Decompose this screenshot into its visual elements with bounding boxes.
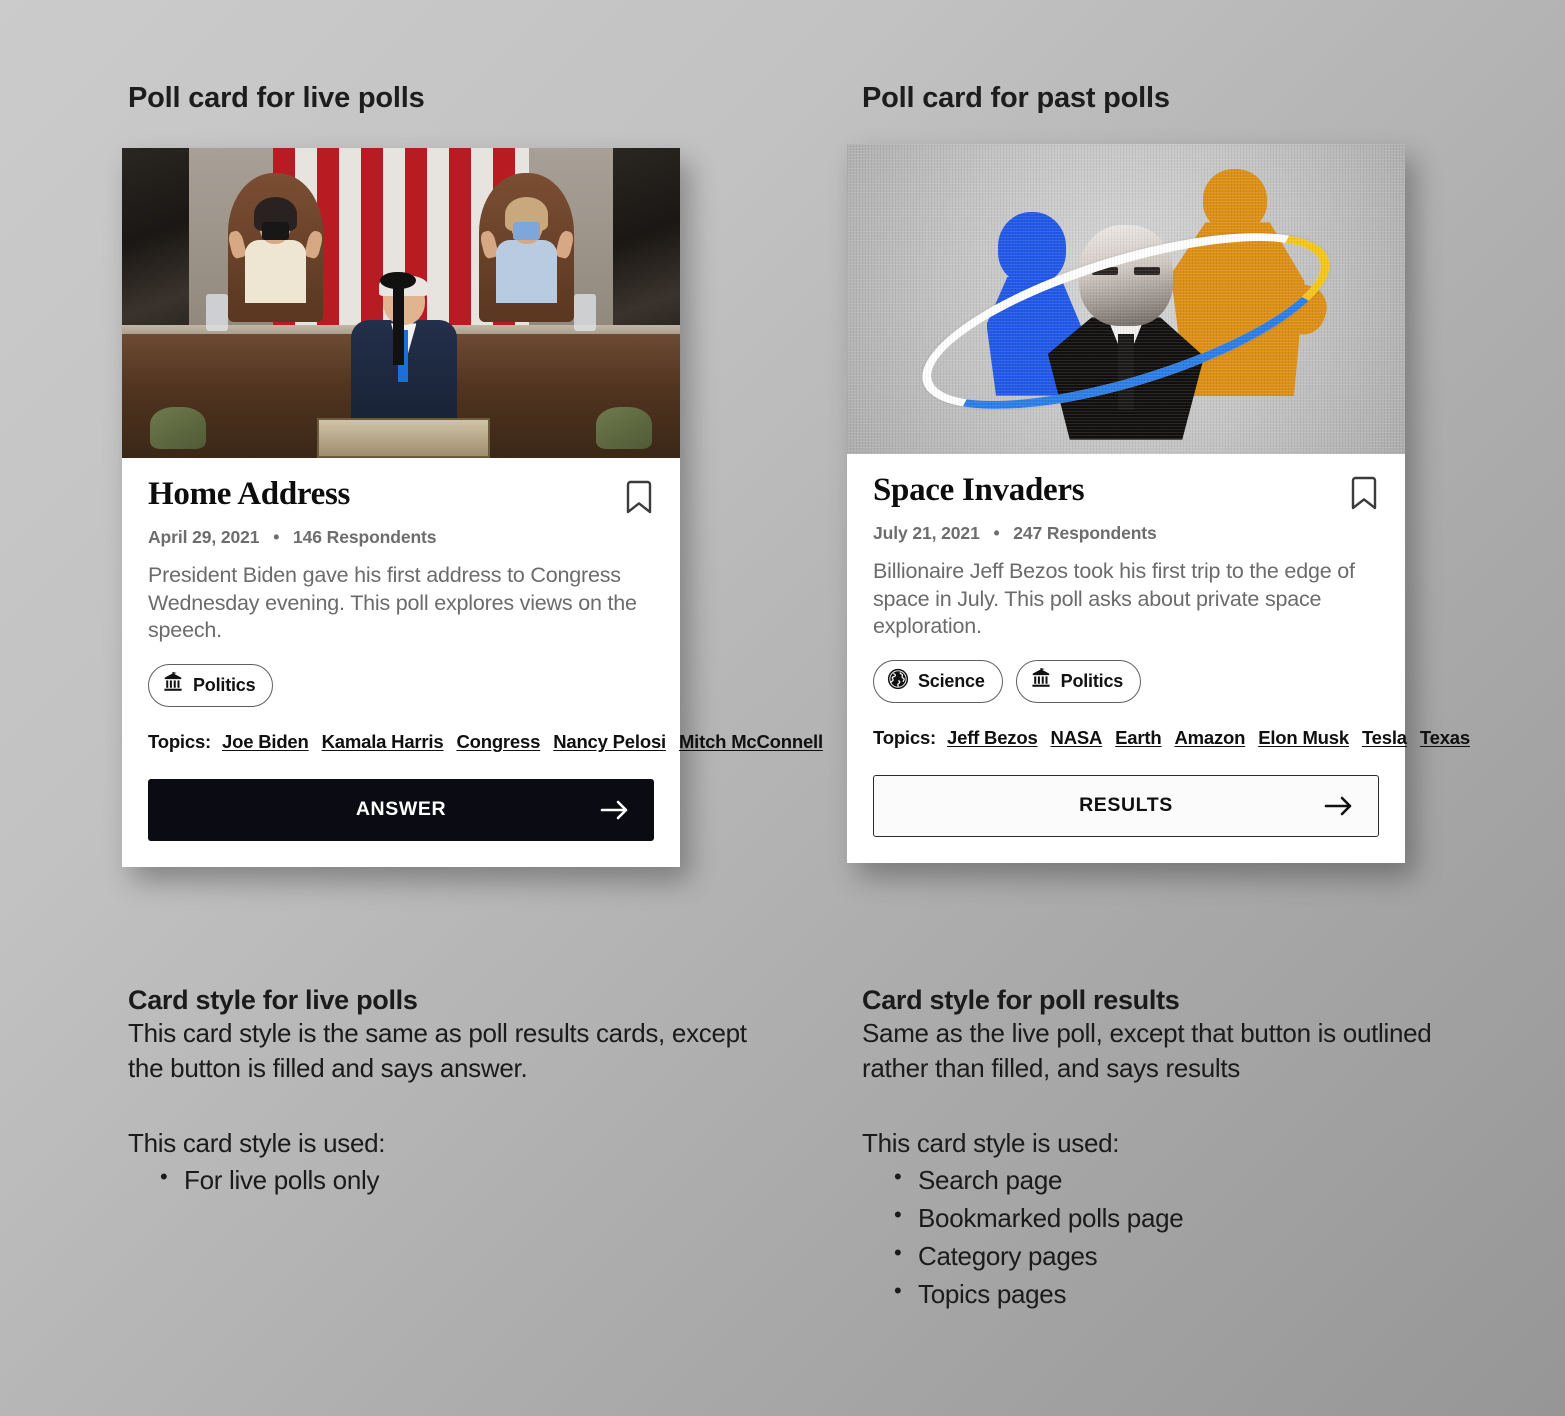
section-title-live-polls: Poll card for live polls <box>128 82 425 114</box>
category-chip-label: Politics <box>1060 670 1124 691</box>
category-chip-label: Science <box>918 670 985 691</box>
category-chip-list: Politics <box>148 663 654 707</box>
poll-meta: April 29, 2021 • 146 Respondents <box>148 527 654 548</box>
list-item: Topics pages <box>894 1275 1502 1314</box>
caption-heading: Card style for live polls <box>128 985 418 1015</box>
topics-row: Topics: Joe Biden Kamala Harris Congress Nan… <box>148 726 823 758</box>
caption-body: This card style is the same as poll resu… <box>128 1018 747 1083</box>
flag-drape-right <box>596 407 653 450</box>
water-glass-right <box>574 293 597 331</box>
category-chip-list: Science Politics <box>873 659 1379 703</box>
caption-heading: Card style for poll results <box>862 985 1180 1015</box>
figure-nancy-pelosi <box>478 196 575 303</box>
topic-link[interactable]: Texas <box>1420 727 1470 748</box>
caption-poll-results: Card style for poll results Same as the … <box>862 985 1502 1313</box>
poll-card-past[interactable]: Space Invaders July 21, 2021 • 247 Respo… <box>847 144 1470 863</box>
poll-title: Home Address <box>148 476 351 512</box>
caption-used-list: For live polls only <box>128 1161 768 1200</box>
category-chip-politics[interactable]: Politics <box>1015 659 1142 703</box>
poll-cover-image-past <box>847 144 1405 454</box>
figure-kamala-harris <box>227 196 324 303</box>
poll-date: April 29, 2021 <box>148 527 260 547</box>
list-item: Search page <box>894 1161 1502 1200</box>
arrow-right-icon-glyph <box>600 800 628 820</box>
poll-respondents: 146 Respondents <box>293 527 437 547</box>
topic-link[interactable]: NASA <box>1051 727 1103 748</box>
results-button[interactable]: RESULTS <box>873 774 1379 837</box>
topic-link[interactable]: Congress <box>456 731 540 752</box>
topic-link[interactable]: Elon Musk <box>1258 727 1349 748</box>
meta-separator: • <box>273 527 280 547</box>
list-item: For live polls only <box>160 1161 768 1200</box>
bookmark-icon[interactable] <box>624 480 654 516</box>
poll-description: Billionaire Jeff Bezos took his first tr… <box>873 559 1355 639</box>
poll-header-row: Space Invaders <box>873 472 1379 512</box>
answer-button[interactable]: ANSWER <box>148 778 654 841</box>
poll-cover-image-live <box>122 148 680 458</box>
topic-link[interactable]: Kamala Harris <box>322 731 444 752</box>
poll-title: Space Invaders <box>873 472 1085 508</box>
bank-icon <box>162 671 184 699</box>
poll-date: July 21, 2021 <box>873 523 980 543</box>
category-chip-science[interactable]: Science <box>873 659 1003 703</box>
poll-card-live[interactable]: Home Address April 29, 2021 • 146 Respon… <box>122 148 823 867</box>
topics-label: Topics: <box>148 730 212 752</box>
list-item: Category pages <box>894 1237 1502 1276</box>
poll-description: President Biden gave his first address t… <box>148 563 637 643</box>
answer-button-label: ANSWER <box>355 798 447 821</box>
bookmark-icon-glyph <box>1351 476 1377 510</box>
arrow-right-icon <box>600 799 630 821</box>
category-chip-politics[interactable]: Politics <box>148 663 274 707</box>
flag-drape-left <box>149 407 206 450</box>
caption-used-intro: This card style is used: <box>862 1127 1120 1158</box>
caption-body: Same as the live poll, except that butto… <box>862 1018 1432 1083</box>
poll-card-body-past: Space Invaders July 21, 2021 • 247 Respo… <box>847 454 1470 863</box>
category-chip-label: Politics <box>193 674 256 695</box>
poll-respondents: 247 Respondents <box>1013 523 1157 543</box>
caption-live-polls: Card style for live polls This card styl… <box>128 985 768 1200</box>
arrow-right-icon <box>1324 795 1354 817</box>
topic-link[interactable]: Jeff Bezos <box>947 727 1038 748</box>
globe-icon <box>887 668 909 695</box>
podium <box>317 417 491 458</box>
topic-link[interactable]: Nancy Pelosi <box>553 731 666 752</box>
poll-header-row: Home Address <box>148 476 654 516</box>
section-title-past-polls: Poll card for past polls <box>862 82 1170 114</box>
topic-link[interactable]: Mitch McConnell <box>679 731 823 752</box>
microphone-icon <box>380 271 417 365</box>
globe-icon-glyph <box>887 668 909 689</box>
bank-icon-glyph <box>1032 667 1050 687</box>
topic-link[interactable]: Earth <box>1115 727 1161 748</box>
meta-separator: • <box>993 523 1000 543</box>
water-glass-left <box>205 293 228 331</box>
poll-meta: July 21, 2021 • 247 Respondents <box>873 523 1379 544</box>
list-item: Bookmarked polls page <box>894 1199 1502 1238</box>
caption-used-intro: This card style is used: <box>128 1127 386 1158</box>
caption-used-list: Search page Bookmarked polls page Catego… <box>862 1161 1502 1314</box>
topic-link[interactable]: Joe Biden <box>222 731 309 752</box>
bookmark-icon[interactable] <box>1349 476 1379 512</box>
topics-label: Topics: <box>873 726 937 748</box>
bank-icon-glyph <box>164 671 182 691</box>
bank-icon <box>1030 667 1052 695</box>
poll-card-body-live: Home Address April 29, 2021 • 146 Respon… <box>122 458 823 867</box>
results-button-label: RESULTS <box>1079 794 1173 817</box>
bookmark-icon-glyph <box>626 480 652 514</box>
topics-row: Topics: Jeff Bezos NASA Earth Amazon Elon Mus… <box>873 722 1470 754</box>
topic-link[interactable]: Amazon <box>1174 727 1245 748</box>
topic-link[interactable]: Tesla <box>1362 727 1407 748</box>
arrow-right-icon-glyph <box>1324 796 1352 816</box>
